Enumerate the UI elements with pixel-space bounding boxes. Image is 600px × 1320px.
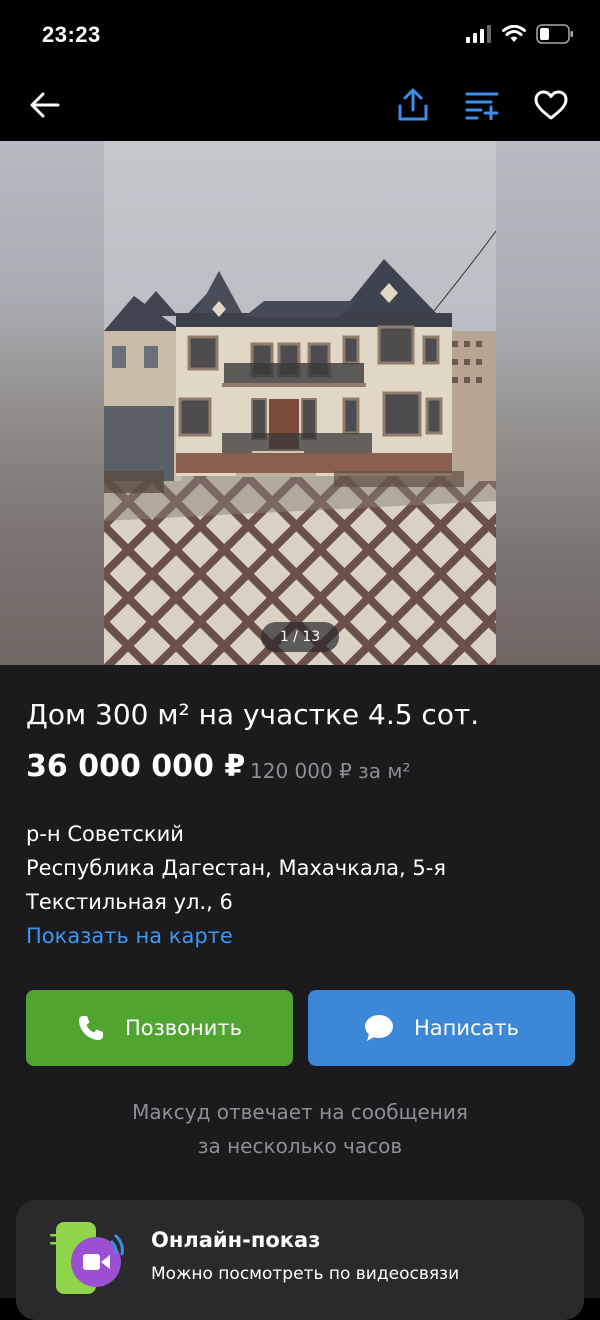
battery-icon [536,24,573,44]
wifi-icon [502,25,526,42]
house-photo[interactable] [104,141,496,665]
photo-blur-right [496,141,600,665]
listing-details: Дом 300 м² на участке 4.5 сот. 36 000 00… [0,665,600,1320]
status-time: 23:23 [42,22,101,47]
photo-counter: 1 / 13 [261,622,339,652]
show-on-map-link[interactable]: Показать на карте [26,919,446,953]
call-button[interactable]: Позвонить [26,990,293,1066]
address-line-2: Текстильная ул., 6 [26,890,233,914]
back-button[interactable] [22,82,68,128]
signal-icon [466,25,491,43]
listing-title: Дом 300 м² на участке 4.5 сот. [26,698,480,731]
favorite-button[interactable] [528,82,574,128]
chat-bubble-icon [364,1015,393,1041]
status-icons [466,24,574,44]
compare-list-icon [465,92,499,120]
listing-address: р-н Советский Республика Дагестан, Махач… [26,817,446,953]
phone-icon [78,1016,103,1040]
online-show-title: Онлайн-показ [151,1228,321,1252]
price-per-m2: 120 000 ₽ за м² [250,759,411,783]
photo-gallery[interactable]: 1 / 13 [0,141,600,665]
address-line-1: Республика Дагестан, Махачкала, 5-я [26,856,446,880]
video-call-icon [50,1222,124,1294]
reply-note-line-1: Максуд отвечает на сообщения [132,1100,468,1124]
write-button-label: Написать [413,1016,520,1040]
photo-blur-left [0,141,104,665]
heart-icon [534,90,568,120]
call-button-label: Позвонить [124,1016,243,1040]
online-show-subtitle: Можно посмотреть по видеосвязи [151,1264,460,1284]
seller-reply-note: Максуд отвечает на сообщения за нескольк… [0,1095,600,1163]
status-bar: 23:23 [0,0,600,70]
compare-button[interactable] [459,82,505,128]
online-show-card[interactable]: Онлайн-показ Можно посмотреть по видеосв… [16,1200,584,1320]
district: р-н Советский [26,822,184,846]
listing-price: 36 000 000 ₽ [26,749,246,784]
share-button[interactable] [390,82,436,128]
arrow-left-icon [30,92,60,118]
share-icon [398,88,428,121]
nav-bar [0,70,600,140]
reply-note-line-2: за несколько часов [197,1134,403,1158]
write-button[interactable]: Написать [308,990,575,1066]
